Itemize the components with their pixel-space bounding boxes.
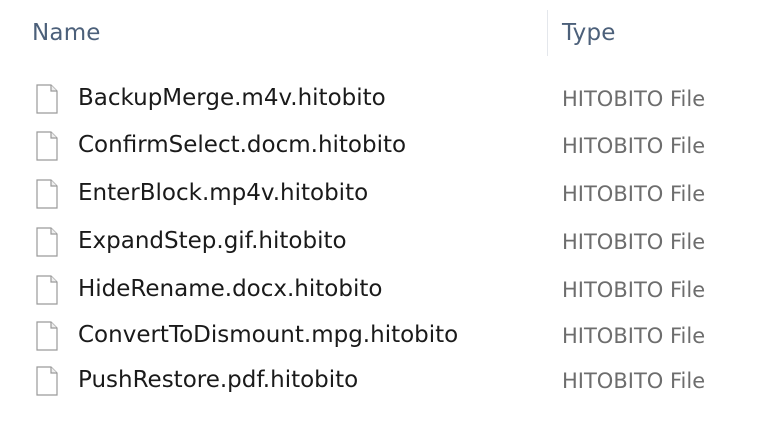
file-type: HITOBITO File [562, 182, 706, 206]
file-row[interactable]: ConfirmSelect.docm.hitobito HITOBITO Fil… [20, 125, 760, 171]
file-name[interactable]: EnterBlock.mp4v.hitobito [78, 180, 368, 206]
file-icon [36, 131, 58, 161]
file-type: HITOBITO File [562, 278, 706, 302]
column-divider[interactable] [547, 10, 548, 56]
file-type: HITOBITO File [562, 87, 706, 111]
column-header-bar: Name Type [0, 0, 768, 70]
file-name[interactable]: ConfirmSelect.docm.hitobito [78, 132, 406, 158]
file-name[interactable]: PushRestore.pdf.hitobito [78, 367, 358, 393]
file-row[interactable]: PushRestore.pdf.hitobito HITOBITO File [20, 360, 760, 406]
name-column-header[interactable]: Name [32, 20, 101, 46]
file-type: HITOBITO File [562, 230, 706, 254]
file-row[interactable]: BackupMerge.m4v.hitobito HITOBITO File [20, 78, 760, 124]
file-icon [36, 366, 58, 396]
file-name[interactable]: HideRename.docx.hitobito [78, 276, 382, 302]
file-name[interactable]: ConvertToDismount.mpg.hitobito [78, 322, 458, 348]
type-column-header[interactable]: Type [562, 20, 616, 46]
file-row[interactable]: EnterBlock.mp4v.hitobito HITOBITO File [20, 173, 760, 219]
file-icon [36, 275, 58, 305]
file-icon [36, 84, 58, 114]
file-icon [36, 179, 58, 209]
file-row[interactable]: ConvertToDismount.mpg.hitobito HITOBITO … [20, 315, 760, 361]
file-type: HITOBITO File [562, 324, 706, 348]
file-list-view: Name Type BackupMerge.m4v.hitobito HITOB… [0, 0, 768, 424]
file-row[interactable]: ExpandStep.gif.hitobito HITOBITO File [20, 221, 760, 267]
file-icon [36, 321, 58, 351]
file-row[interactable]: HideRename.docx.hitobito HITOBITO File [20, 269, 760, 315]
file-name[interactable]: ExpandStep.gif.hitobito [78, 228, 347, 254]
file-icon [36, 227, 58, 257]
file-name[interactable]: BackupMerge.m4v.hitobito [78, 85, 386, 111]
file-type: HITOBITO File [562, 369, 706, 393]
file-type: HITOBITO File [562, 134, 706, 158]
